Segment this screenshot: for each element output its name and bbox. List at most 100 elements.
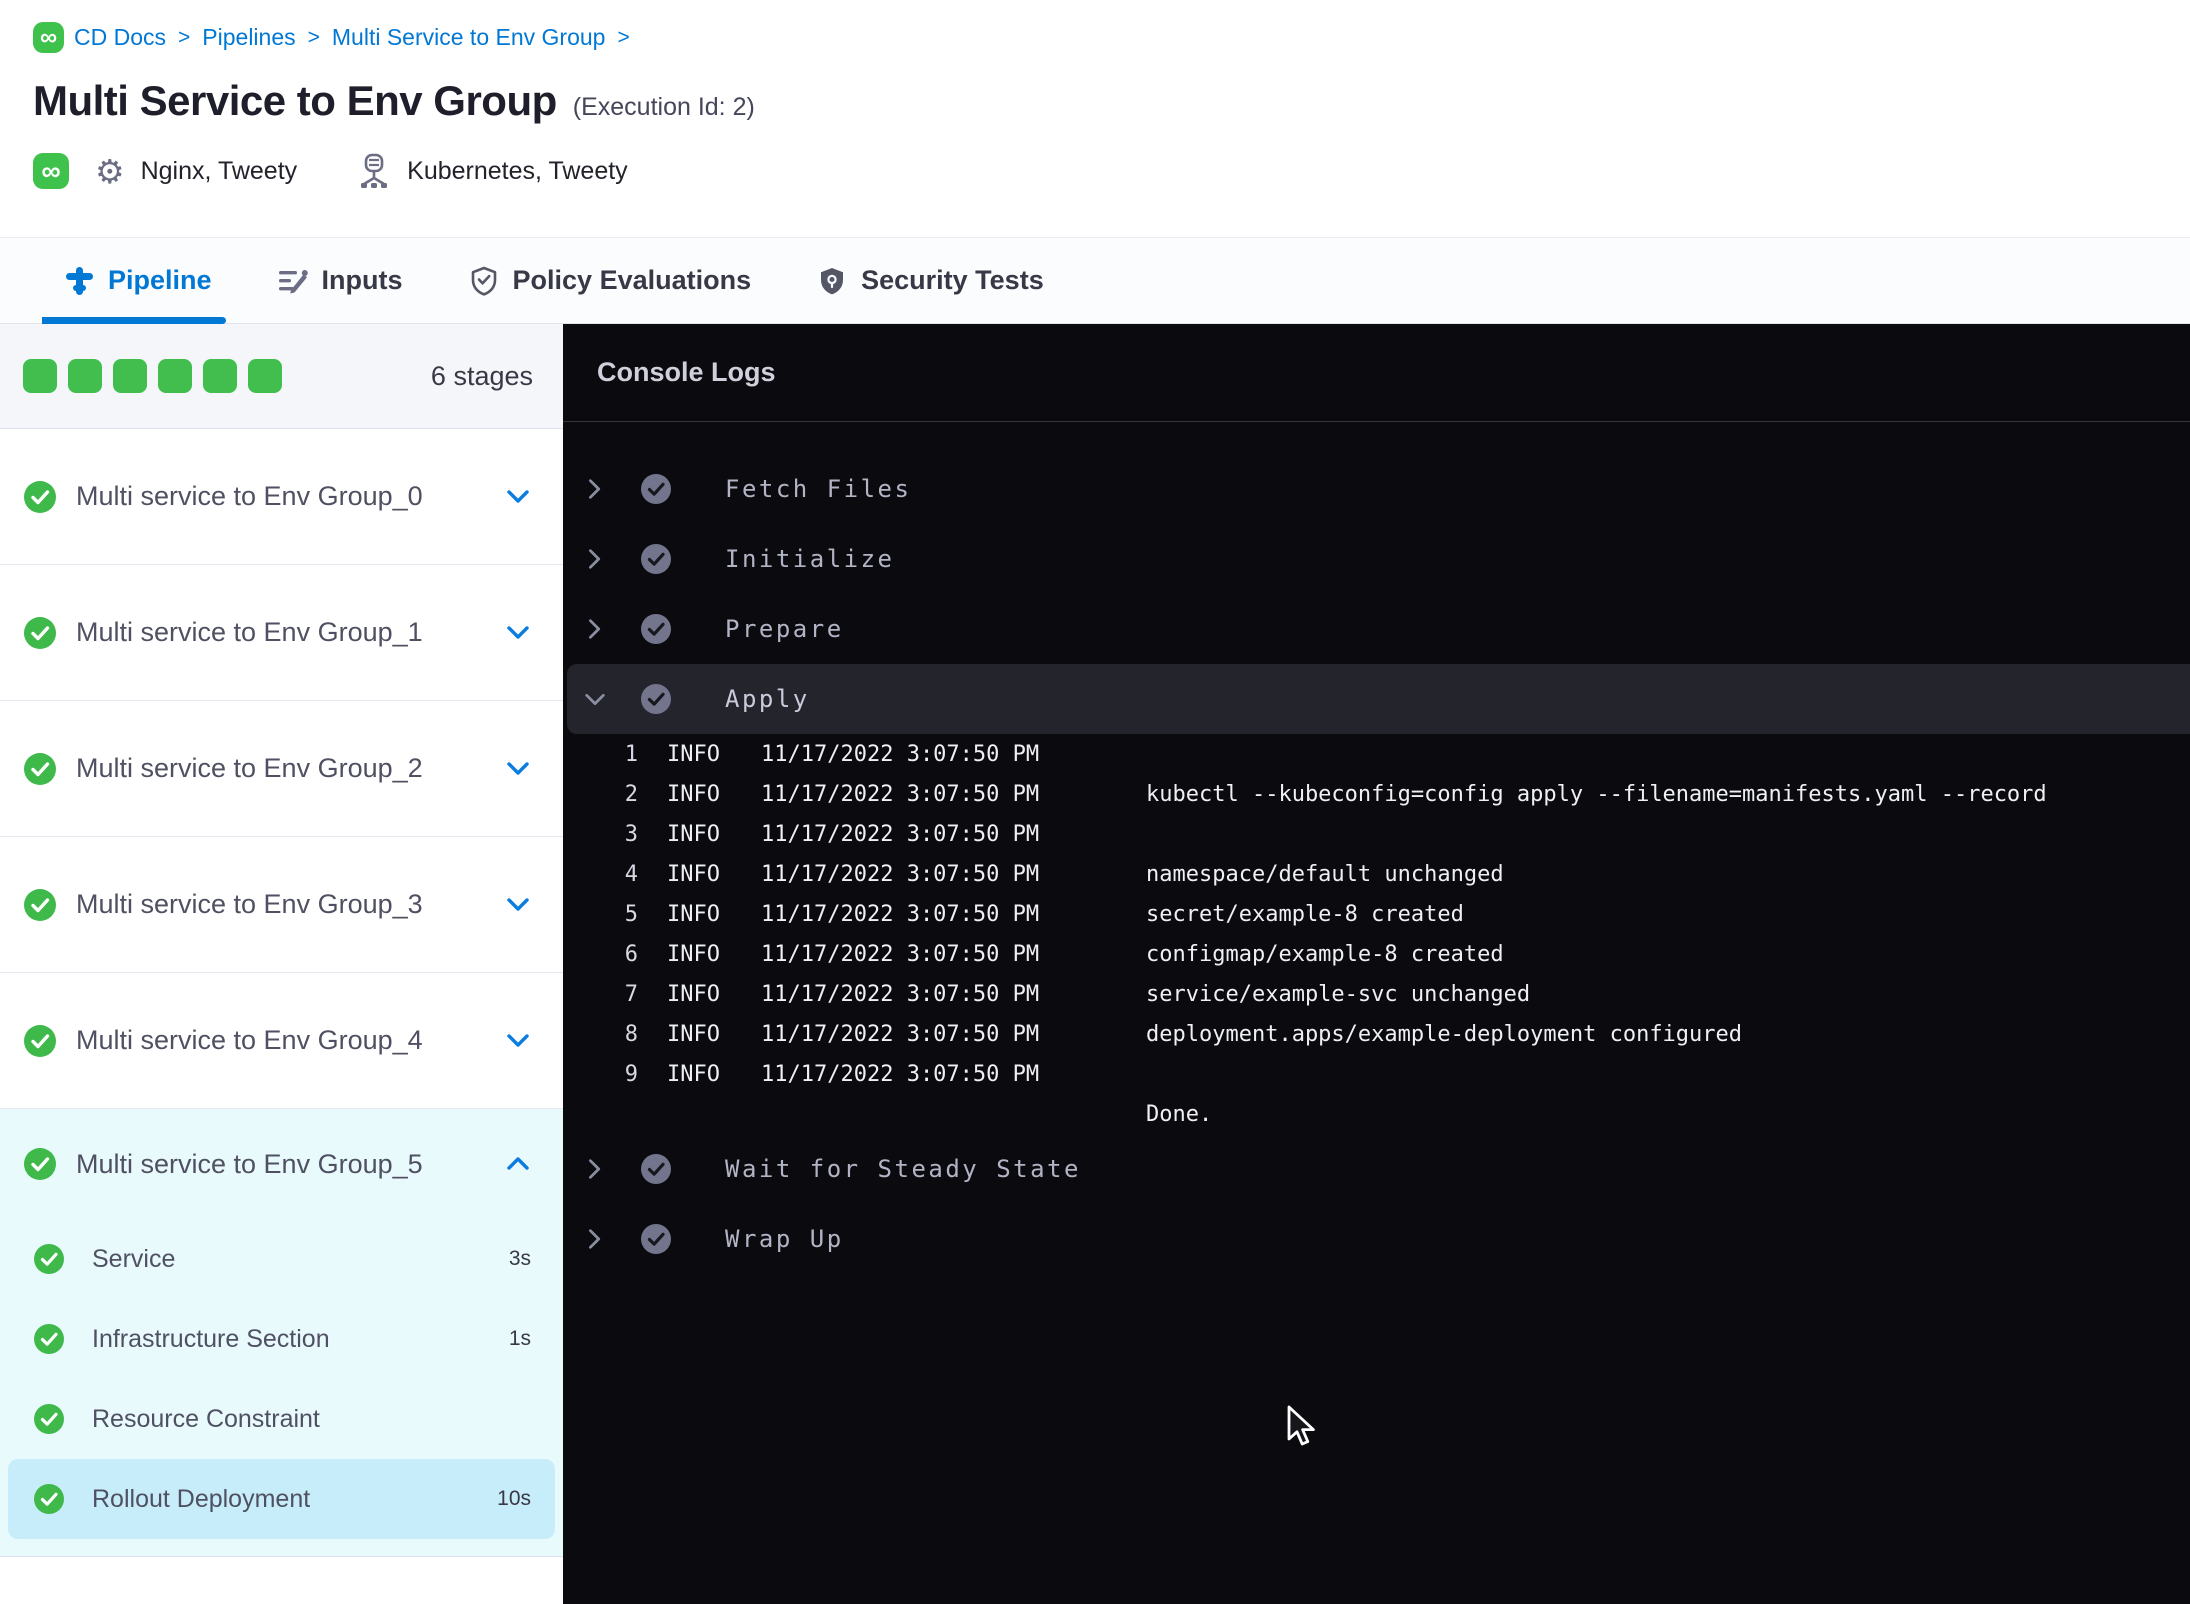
title-row: Multi Service to Env Group (Execution Id… [33,77,2190,125]
security-shield-icon [821,267,844,294]
tab-policy-evaluations[interactable]: Policy Evaluations [469,238,752,323]
harness-logo-icon: ∞ [33,153,69,189]
success-check-icon [24,888,56,921]
log-level: INFO [667,981,720,1007]
chevron-right-icon[interactable] [583,1226,607,1252]
tab-security-tests[interactable]: Security Tests [817,238,1044,323]
services-gear-icon: ⚙︎ [95,152,125,190]
stage-label: Multi service to Env Group_2 [76,753,423,783]
console-step-row[interactable]: Initialize [563,524,2190,594]
step-label: Resource Constraint [92,1404,320,1433]
step-label: Rollout Deployment [92,1484,311,1513]
log-timestamp: 11/17/2022 3:07:50 PM [761,1061,1040,1087]
log-message: service/example-svc unchanged [1146,981,1531,1007]
chevron-right-icon[interactable] [583,546,607,572]
stage-row[interactable]: Multi service to Env Group_2 [0,701,563,837]
chevron-right-icon[interactable] [583,1156,607,1182]
tab-label: Policy Evaluations [512,265,752,295]
log-line: 8 INFO 11/17/2022 3:07:50 PM deployment.… [563,1014,2190,1054]
step-row[interactable]: Service 3s [8,1219,555,1299]
stage-square [248,359,282,393]
stage-row[interactable]: Multi service to Env Group_4 [0,973,563,1109]
chevron-down-icon[interactable] [505,892,531,918]
stage-row[interactable]: Multi service to Env Group_1 [0,565,563,701]
stage-square [68,359,102,393]
console-step-row-apply[interactable]: Apply [567,664,2190,734]
tab-label: Inputs [321,265,403,295]
log-timestamp: 11/17/2022 3:07:50 PM [761,781,1040,807]
chevron-down-icon[interactable] [505,484,531,510]
success-check-icon [24,752,56,785]
chevron-down-icon[interactable] [505,756,531,782]
chevron-down-icon[interactable] [583,686,607,712]
log-timestamp: 11/17/2022 3:07:50 PM [761,821,1040,847]
console-logs-title: Console Logs [563,324,2190,422]
stage-row-expanded[interactable]: Multi service to Env Group_5 [0,1109,563,1219]
chevron-right-icon[interactable] [583,476,607,502]
chevron-right-icon[interactable] [583,616,607,642]
policy-shield-icon [471,266,496,296]
log-level: INFO [667,1061,720,1087]
tab-pipeline[interactable]: Pipeline [42,238,226,324]
log-line: 7 INFO 11/17/2022 3:07:50 PM service/exa… [563,974,2190,1014]
console-step-row[interactable]: Wrap Up [563,1204,2190,1274]
step-duration: 3s [508,1247,531,1270]
stage-row[interactable]: Multi service to Env Group_0 [0,429,563,565]
log-line-number: 4 [624,861,638,887]
log-level: INFO [667,901,720,927]
stage-row[interactable]: Multi service to Env Group_3 [0,837,563,973]
console-step-label: Initialize [725,545,895,573]
log-message: configmap/example-8 created [1146,941,1504,967]
log-line: 5 INFO 11/17/2022 3:07:50 PM secret/exam… [563,894,2190,934]
stage-status-squares [23,359,282,393]
success-check-icon [34,1244,64,1274]
log-line-number: 5 [624,901,638,927]
stage-label: Multi service to Env Group_5 [76,1148,423,1179]
pipeline-icon [66,266,93,295]
apply-log-lines: 1 INFO 11/17/2022 3:07:50 PM 2 INFO 11/1… [563,734,2190,1134]
execution-content: 6 stages Multi service to Env Group_0 Mu… [0,324,2190,1604]
execution-tab-bar: Pipeline Inputs Policy Evaluations Secur… [0,237,2190,324]
stage-square [158,359,192,393]
console-step-row[interactable]: Prepare [563,594,2190,664]
log-level: INFO [667,941,720,967]
stage-square [203,359,237,393]
step-row[interactable]: Resource Constraint [8,1379,555,1459]
console-step-label: Prepare [725,615,844,643]
console-step-row[interactable]: Fetch Files [563,454,2190,524]
log-line: 6 INFO 11/17/2022 3:07:50 PM configmap/e… [563,934,2190,974]
environments-label: Kubernetes, Tweety [407,156,628,185]
log-timestamp: 11/17/2022 3:07:50 PM [761,861,1040,887]
log-timestamp: 11/17/2022 3:07:50 PM [761,1021,1040,1047]
log-level: INFO [667,821,720,847]
breadcrumb-link-pipelines[interactable]: Pipelines [202,24,295,51]
success-check-icon [34,1484,64,1514]
stage-label: Multi service to Env Group_0 [76,481,423,511]
step-duration: 1s [508,1327,531,1350]
log-level: INFO [667,781,720,807]
breadcrumb-link-pipeline-name[interactable]: Multi Service to Env Group [332,24,606,51]
execution-meta-row: ∞ ⚙︎ Nginx, Tweety Kubernetes, Tweety [33,153,2190,189]
chevron-up-icon[interactable] [505,1151,531,1177]
step-label: Infrastructure Section [92,1324,330,1353]
log-line-number: 3 [624,821,638,847]
step-row[interactable]: Infrastructure Section 1s [8,1299,555,1379]
chevron-down-icon[interactable] [505,620,531,646]
step-row[interactable]: Rollout Deployment 10s [8,1459,555,1539]
stage-label: Multi service to Env Group_1 [76,617,423,647]
breadcrumb-link-project[interactable]: CD Docs [74,24,166,51]
step-success-check-icon [641,614,671,644]
console-step-label: Fetch Files [725,475,912,503]
kubernetes-icon [361,153,388,188]
chevron-down-icon[interactable] [505,1028,531,1054]
tab-inputs[interactable]: Inputs [278,238,403,323]
log-message: kubectl --kubeconfig=config apply --file… [1146,781,2047,807]
log-timestamp: 11/17/2022 3:07:50 PM [761,741,1040,767]
console-step-row[interactable]: Wait for Steady State [563,1134,2190,1204]
log-line-number: 9 [624,1061,638,1087]
breadcrumb-separator-icon: > [307,25,320,49]
breadcrumb-separator-icon: > [617,25,630,49]
inputs-icon [278,269,308,293]
console-step-label: Wait for Steady State [725,1155,1081,1183]
step-label: Service [92,1244,176,1273]
